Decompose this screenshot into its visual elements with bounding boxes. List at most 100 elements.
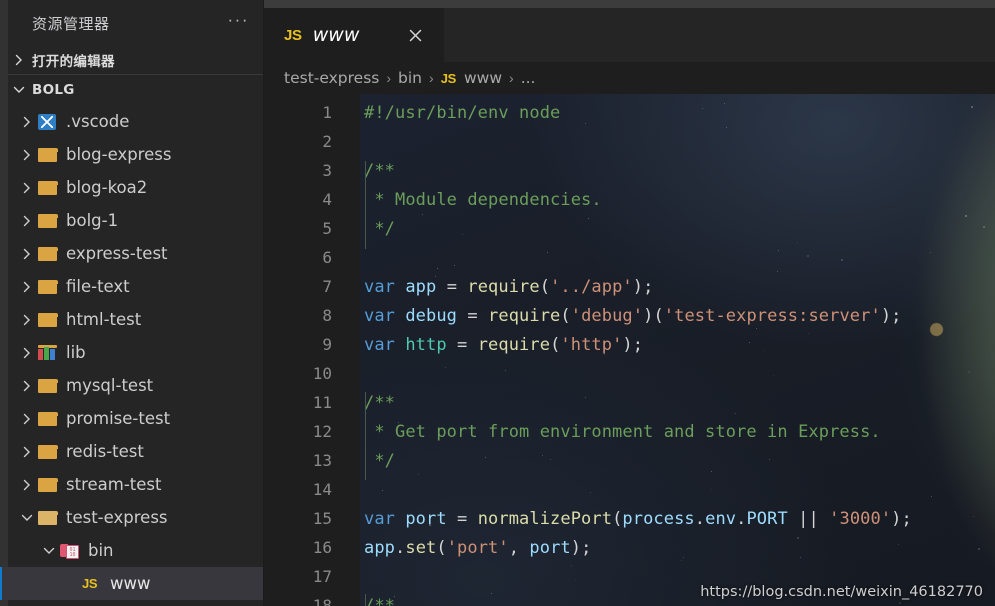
tree-item-blog-koa2[interactable]: blog-koa2	[0, 171, 263, 204]
chevron-right-icon[interactable]	[16, 214, 38, 228]
code-line[interactable]: 5 */	[264, 214, 995, 243]
chevron-right-icon[interactable]	[16, 181, 38, 195]
sidebar-section-bolg[interactable]: BOLG	[0, 75, 263, 104]
chevron-right-icon[interactable]	[16, 313, 38, 327]
folder-open-icon	[38, 510, 66, 525]
code-line[interactable]: 1 #!/usr/bin/env node	[264, 98, 995, 127]
code-line[interactable]: 14	[264, 475, 995, 504]
code-token: .	[736, 508, 747, 529]
chevron-right-icon[interactable]	[16, 280, 38, 294]
tree-item-redis-test[interactable]: redis-test	[0, 435, 263, 468]
code-token: /**	[364, 160, 396, 181]
tree-item-label: bolg-1	[66, 211, 119, 230]
chevron-right-icon[interactable]	[16, 412, 38, 426]
tree-item-bin[interactable]: 01 10 bin	[0, 534, 263, 567]
code-token: )(	[643, 305, 664, 326]
code-token: 'http'	[560, 334, 623, 355]
code-line[interactable]: 4 * Module dependencies.	[264, 185, 995, 214]
code-text: */	[342, 219, 395, 239]
code-token: var	[364, 508, 406, 529]
sidebar-section-label: BOLG	[32, 81, 75, 98]
code-text: /**	[342, 161, 395, 181]
line-number: 3	[322, 161, 332, 180]
more-actions-icon[interactable]: ···	[228, 11, 249, 29]
line-number: 4	[322, 190, 332, 209]
code-line[interactable]: 13 */	[264, 446, 995, 475]
code-line[interactable]: 2	[264, 127, 995, 156]
chevron-right-icon[interactable]	[16, 478, 38, 492]
tree-item-test-express[interactable]: test-express	[0, 501, 263, 534]
sidebar-section-open-editors[interactable]: 打开的编辑器	[0, 46, 263, 75]
code-token: );	[570, 537, 592, 558]
chevron-right-icon[interactable]	[16, 346, 38, 360]
tree-item-www[interactable]: JS www	[0, 567, 263, 600]
chevron-right-icon[interactable]	[16, 379, 38, 393]
tree-item-express-test[interactable]: express-test	[0, 237, 263, 270]
code-line[interactable]: 15 var port = normalizePort(process.env.P…	[264, 504, 995, 533]
file-tree: .vscode blog-express blog-koa2 bolg-1 expres…	[0, 104, 263, 606]
code-token: * Get port from environment and store in…	[364, 421, 881, 442]
line-number: 18	[312, 596, 332, 606]
tree-item-label: .vscode	[66, 112, 130, 131]
chevron-right-icon[interactable]	[16, 115, 38, 129]
code-line[interactable]: 7 var app = require('../app');	[264, 272, 995, 301]
line-number: 5	[322, 219, 332, 238]
line-number: 10	[312, 364, 332, 383]
chevron-right-icon[interactable]	[16, 247, 38, 261]
tree-item-html-test[interactable]: html-test	[0, 303, 263, 336]
line-number: 11	[312, 393, 332, 412]
code-line[interactable]: 9 var http = require('http');	[264, 330, 995, 359]
tab-label: www	[312, 24, 360, 46]
code-token: 'test-express:server'	[663, 305, 881, 326]
chevron-down-icon[interactable]	[38, 544, 60, 558]
folder-icon	[38, 444, 66, 459]
folder-icon	[38, 213, 66, 228]
breadcrumb-item-test-express[interactable]: test-express	[284, 69, 379, 87]
chevron-right-icon[interactable]	[16, 148, 38, 162]
tree-item-label: redis-test	[66, 442, 144, 461]
indent-guide	[365, 392, 366, 480]
tree-item-mysql-test[interactable]: mysql-test	[0, 369, 263, 402]
code-line[interactable]: 8 var debug = require('debug')('test-expr…	[264, 301, 995, 330]
code-token: */	[364, 218, 396, 239]
tree-item-label: promise-test	[66, 409, 171, 428]
code-line[interactable]: 3 /**	[264, 156, 995, 185]
code-line[interactable]: 12 * Get port from environment and store…	[264, 417, 995, 446]
tree-item-bolg-1[interactable]: bolg-1	[0, 204, 263, 237]
tree-item-label: stream-test	[66, 475, 162, 494]
tree-item-label: express-test	[66, 244, 168, 263]
library-icon	[38, 345, 66, 360]
breadcrumb-item-www[interactable]: www	[464, 69, 502, 87]
code-lines: 1 #!/usr/bin/env node 2 3 /** 4 * Module depe…	[264, 94, 995, 606]
tree-item-stream-test[interactable]: stream-test	[0, 468, 263, 501]
chevron-right-icon[interactable]	[16, 445, 38, 459]
code-text: var debug = require('debug')('test-expre…	[342, 306, 902, 326]
code-text: * Module dependencies.	[342, 190, 602, 210]
code-editor[interactable]: 1 #!/usr/bin/env node 2 3 /** 4 * Module depe…	[264, 94, 995, 606]
code-token: );	[880, 305, 902, 326]
tree-item-blog-express[interactable]: blog-express	[0, 138, 263, 171]
code-text: var app = require('../app');	[342, 277, 653, 297]
tree-item-label: bin	[88, 541, 114, 560]
code-token: env	[705, 508, 737, 529]
tree-item-label: html-test	[66, 310, 142, 329]
breadcrumb-item-symbols[interactable]: ...	[521, 69, 536, 87]
code-line[interactable]: 11 /**	[264, 388, 995, 417]
code-token: * Module dependencies.	[364, 189, 602, 210]
tree-item-lib[interactable]: lib	[0, 336, 263, 369]
tree-item--vscode[interactable]: .vscode	[0, 105, 263, 138]
code-token: 'port'	[446, 537, 509, 558]
close-icon[interactable]	[404, 24, 426, 46]
chevron-down-icon[interactable]	[16, 511, 38, 525]
code-line[interactable]: 10	[264, 359, 995, 388]
tree-item-label: lib	[66, 343, 86, 362]
breadcrumb-item-bin[interactable]: bin	[398, 69, 422, 87]
binary-folder-icon: 01 10	[60, 543, 88, 559]
tree-item-promise-test[interactable]: promise-test	[0, 402, 263, 435]
tree-item-label: mysql-test	[66, 376, 154, 395]
tab-www[interactable]: JS www	[264, 8, 444, 62]
code-token: */	[364, 450, 396, 471]
code-line[interactable]: 6	[264, 243, 995, 272]
code-line[interactable]: 16 app.set('port', port);	[264, 533, 995, 562]
tree-item-file-text[interactable]: file-text	[0, 270, 263, 303]
